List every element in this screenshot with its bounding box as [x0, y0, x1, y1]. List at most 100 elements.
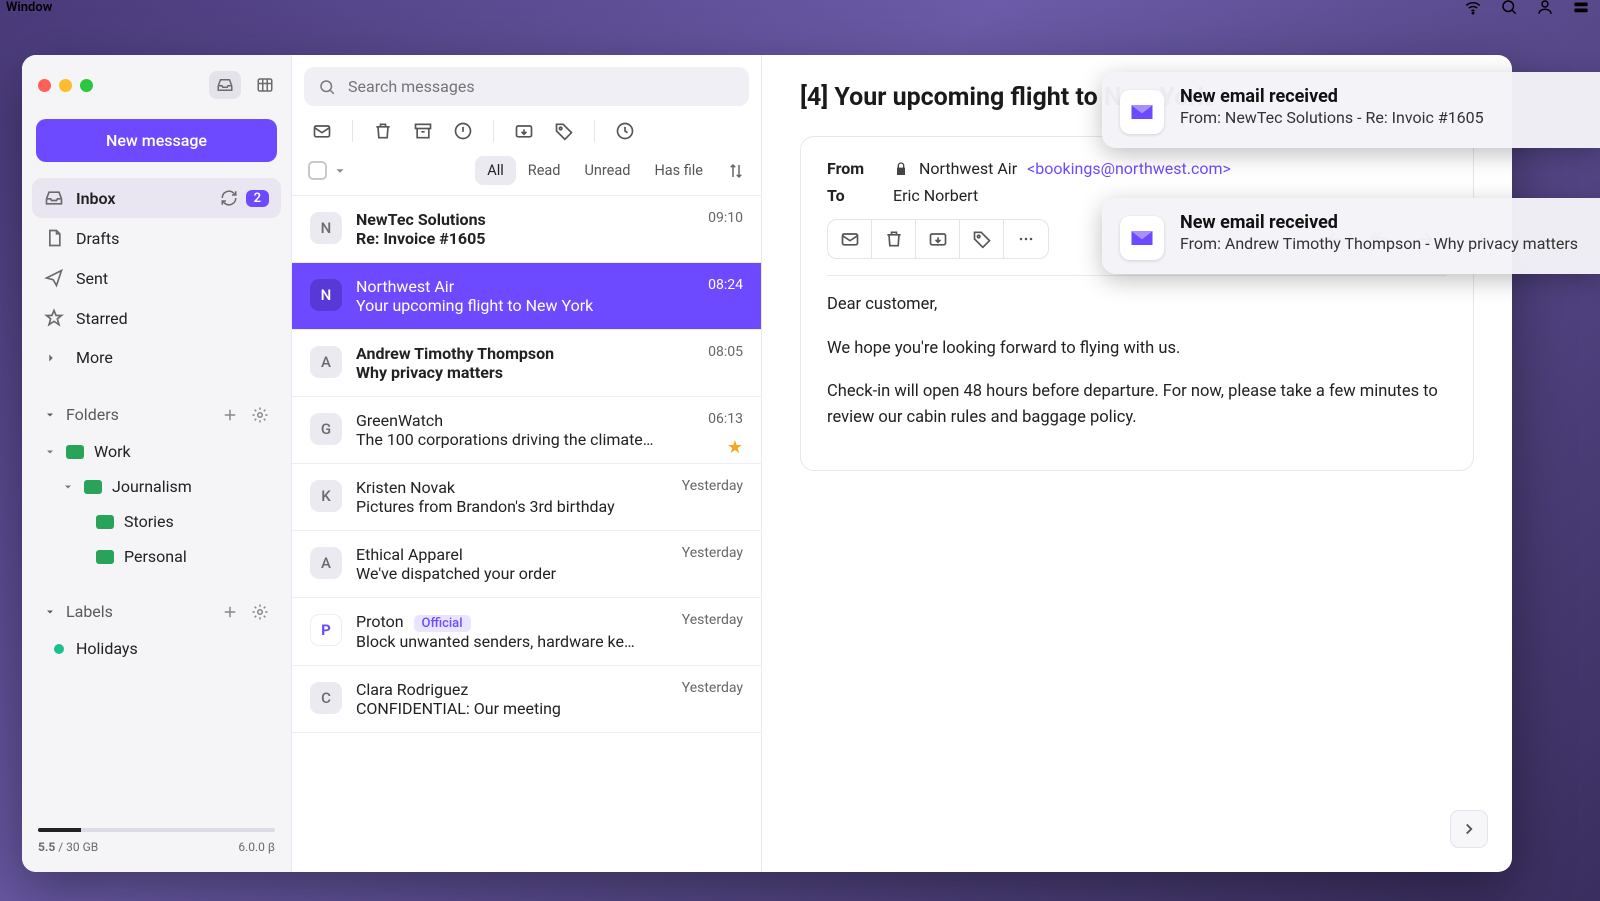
toast-title: New email received — [1180, 86, 1582, 107]
message-time: 08:05 — [708, 344, 743, 360]
select-dropdown-icon[interactable] — [333, 164, 347, 178]
storage-indicator: 5.5 / 30 GB 6.0.0 β — [32, 820, 281, 856]
inbox-view-icon[interactable] — [209, 71, 241, 99]
sidebar-item-label: Sent — [76, 269, 108, 288]
label-dot-icon — [54, 644, 64, 654]
message-subject: Pictures from Brandon's 3rd birthday — [356, 497, 743, 516]
folders-header[interactable]: Folders — [32, 395, 281, 434]
folder-icon — [96, 550, 114, 564]
folder-work[interactable]: Work — [32, 434, 281, 469]
message-row[interactable]: C Clara Rodriguez CONFIDENTIAL: Our meet… — [292, 666, 761, 733]
minimize-window[interactable] — [59, 79, 72, 92]
filter-read[interactable]: Read — [516, 156, 573, 185]
app-icon — [1120, 216, 1164, 260]
toast-body: From: Andrew Timothy Thompson - Why priv… — [1180, 233, 1582, 255]
filter-hasfile[interactable]: Has file — [642, 156, 715, 185]
sidebar-item-label: Inbox — [76, 189, 116, 208]
add-label-icon[interactable] — [221, 603, 239, 621]
avatar: N — [310, 212, 342, 244]
list-toolbar — [292, 114, 761, 152]
message-row[interactable]: A Ethical Apparel We've dispatched your … — [292, 531, 761, 598]
message-body: Dear customer, We hope you're looking fo… — [827, 292, 1447, 430]
inbox-icon — [44, 188, 64, 208]
label-holidays[interactable]: Holidays — [32, 631, 281, 666]
add-folder-icon[interactable] — [221, 406, 239, 424]
notification-toast[interactable]: New email received From: Andrew Timothy … — [1102, 198, 1600, 274]
message-subject: Your upcoming flight to New York — [356, 296, 743, 315]
labels-header[interactable]: Labels — [32, 592, 281, 631]
snooze-icon[interactable] — [615, 121, 635, 141]
label-icon[interactable] — [960, 220, 1004, 258]
sort-icon[interactable] — [727, 162, 745, 180]
filter-all[interactable]: All — [475, 156, 516, 185]
toast-body: From: NewTec Solutions - Re: Invoic #160… — [1180, 107, 1582, 129]
message-time: Yesterday — [682, 545, 743, 561]
archive-icon[interactable] — [413, 121, 433, 141]
trash-icon[interactable] — [872, 220, 916, 258]
chevron-down-icon — [44, 446, 56, 458]
chevron-down-icon — [62, 481, 74, 493]
message-row[interactable]: K Kristen Novak Pictures from Brandon's … — [292, 464, 761, 531]
folder-stories[interactable]: Stories — [32, 504, 281, 539]
message-row[interactable]: N Northwest Air Your upcoming flight to … — [292, 263, 761, 330]
message-sender: GreenWatch — [356, 411, 743, 430]
chevron-right-icon — [44, 351, 64, 365]
avatar: N — [310, 279, 342, 311]
folder-settings-icon[interactable] — [251, 406, 269, 424]
lock-icon — [893, 161, 909, 177]
message-row[interactable]: G GreenWatch The 100 corporations drivin… — [292, 397, 761, 464]
sent-icon — [44, 268, 64, 288]
to-label: To — [827, 186, 883, 205]
user-icon[interactable] — [1536, 0, 1554, 16]
notification-toast[interactable]: New email received From: NewTec Solution… — [1102, 72, 1600, 148]
new-message-button[interactable]: New message — [36, 119, 277, 162]
message-row[interactable]: A Andrew Timothy Thompson Why privacy ma… — [292, 330, 761, 397]
message-sender: Proton — [356, 612, 404, 631]
drafts-icon — [44, 228, 64, 248]
message-subject: Block unwanted senders, hardware ke… — [356, 632, 743, 651]
sidebar-item-starred[interactable]: Starred — [32, 298, 281, 338]
refresh-icon[interactable] — [220, 189, 238, 207]
select-all-checkbox[interactable] — [308, 161, 327, 180]
folder-journalism[interactable]: Journalism — [32, 469, 281, 504]
filter-unread[interactable]: Unread — [572, 156, 642, 185]
folder-personal[interactable]: Personal — [32, 539, 281, 574]
close-window[interactable] — [38, 79, 51, 92]
sidebar-item-more[interactable]: More — [32, 338, 281, 377]
calendar-view-icon[interactable] — [249, 71, 281, 99]
message-time: Yesterday — [682, 612, 743, 628]
more-icon[interactable] — [1004, 220, 1048, 258]
move-icon[interactable] — [514, 121, 534, 141]
mark-unread-icon[interactable] — [828, 220, 872, 258]
message-time: 08:24 — [708, 277, 743, 293]
avatar: A — [310, 547, 342, 579]
version-text: 6.0.0 β — [238, 840, 275, 854]
maximize-window[interactable] — [80, 79, 93, 92]
message-subject: We've dispatched your order — [356, 564, 743, 583]
next-message-button[interactable] — [1450, 810, 1488, 848]
sidebar-item-sent[interactable]: Sent — [32, 258, 281, 298]
trash-icon[interactable] — [373, 121, 393, 141]
search-bar[interactable] — [304, 67, 749, 106]
move-icon[interactable] — [916, 220, 960, 258]
chevron-down-icon — [44, 409, 56, 421]
folder-icon — [66, 445, 84, 459]
folder-icon — [96, 515, 114, 529]
avatar: C — [310, 682, 342, 714]
label-icon[interactable] — [554, 121, 574, 141]
sidebar-item-drafts[interactable]: Drafts — [32, 218, 281, 258]
sidebar-item-label: Starred — [76, 309, 128, 328]
search-icon[interactable] — [1500, 0, 1518, 16]
label-settings-icon[interactable] — [251, 603, 269, 621]
spam-icon[interactable] — [453, 121, 473, 141]
message-row[interactable]: P Proton Official Block unwanted senders… — [292, 598, 761, 666]
os-menubar: Window — [0, 0, 1600, 14]
control-icon[interactable] — [1572, 0, 1590, 16]
sidebar-item-inbox[interactable]: Inbox 2 — [32, 178, 281, 218]
message-row[interactable]: N NewTec Solutions Re: Invoice #1605 09:… — [292, 196, 761, 263]
message-list: N NewTec Solutions Re: Invoice #1605 09:… — [292, 196, 761, 872]
search-input[interactable] — [348, 77, 735, 96]
wifi-icon[interactable] — [1464, 0, 1482, 16]
mark-read-icon[interactable] — [312, 121, 332, 141]
star-icon[interactable]: ★ — [727, 437, 743, 458]
